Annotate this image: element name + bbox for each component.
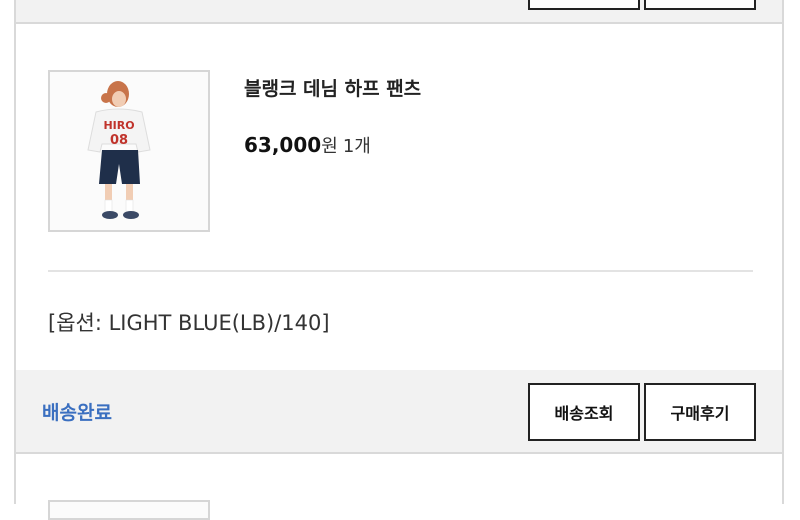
- product-thumbnail[interactable]: HIRO 08: [48, 70, 210, 232]
- product-price: 63,000: [244, 133, 322, 157]
- delivery-status: 배송완료: [42, 402, 112, 424]
- previous-review-button[interactable]: [644, 0, 756, 10]
- quantity-unit: 개: [354, 136, 371, 157]
- product-option: [옵션: LIGHT BLUE(LB)/140]: [48, 311, 330, 335]
- next-order-item-card: [14, 454, 784, 520]
- previous-track-button[interactable]: [528, 0, 640, 10]
- order-item-card: HIRO 08 블랭크 데님 하프 팬츠 63,000원 1개 [옵션: LIG…: [14, 24, 784, 370]
- write-review-button[interactable]: 구매후기: [644, 383, 756, 441]
- price-unit: 원: [321, 136, 338, 157]
- track-delivery-button[interactable]: 배송조회: [528, 383, 640, 441]
- previous-order-footer: [14, 0, 784, 24]
- price-quantity: 63,000원 1개: [244, 132, 371, 158]
- product-name[interactable]: 블랭크 데님 하프 팬츠: [244, 74, 421, 101]
- product-photo-icon: HIRO 08: [50, 72, 208, 230]
- divider: [48, 270, 753, 272]
- next-product-thumbnail[interactable]: [48, 500, 210, 520]
- svg-text:HIRO: HIRO: [103, 119, 134, 132]
- order-item-footer: 배송완료 배송조회 구매후기: [14, 370, 784, 454]
- product-quantity: 1: [342, 136, 355, 157]
- svg-text:08: 08: [110, 133, 128, 148]
